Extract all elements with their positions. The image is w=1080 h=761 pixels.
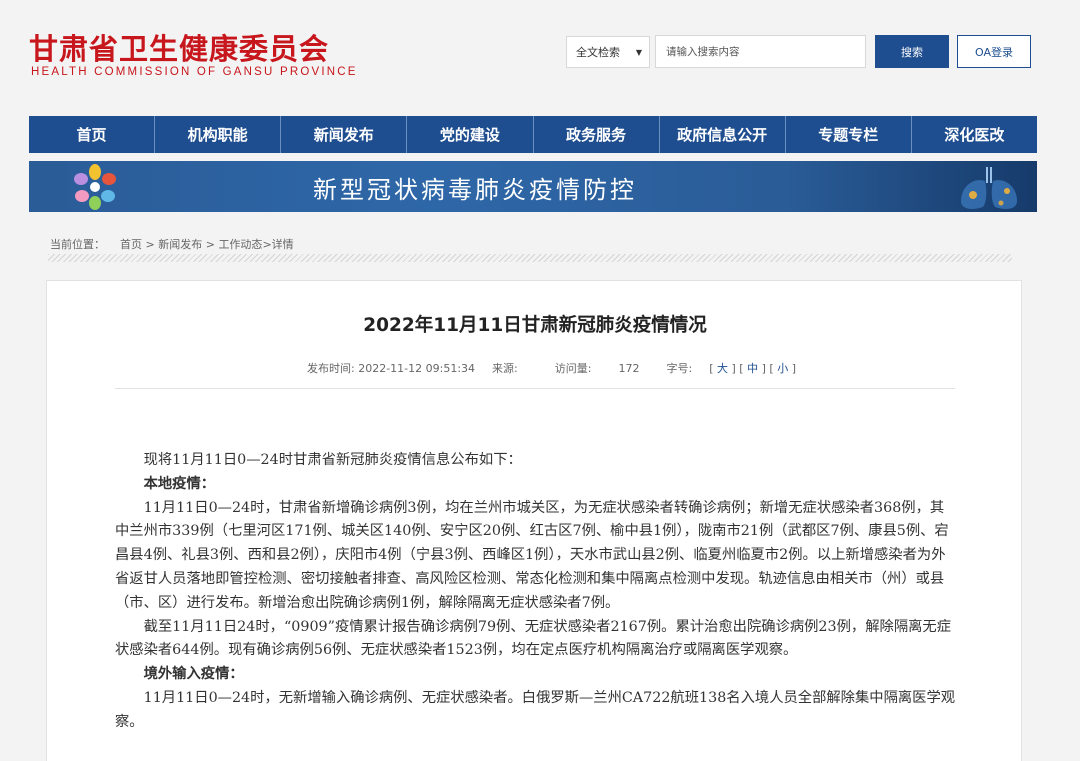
font-size-label: 字号:: [666, 362, 693, 375]
publish-time: 2022-11-12 09:51:34: [358, 362, 476, 375]
search-scope-select[interactable]: 全文检索 ▼: [566, 36, 650, 68]
font-size-bracket: ] [: [761, 362, 774, 375]
nav-item-organization[interactable]: 机构职能: [155, 116, 282, 153]
site-logo-title[interactable]: 甘肃省卫生健康委员会: [29, 26, 329, 68]
covid-banner[interactable]: 新型冠状病毒肺炎疫情防控: [29, 161, 1037, 212]
article-subheading-imported: 境外输入疫情：: [143, 666, 244, 683]
font-size-medium-link[interactable]: 中: [747, 362, 758, 375]
article-paragraph: 截至11月11日24时，“0909”疫情累计报告确诊病例79例、无症状感染者21…: [115, 618, 951, 659]
flower-emblem-icon: [74, 164, 116, 210]
nav-item-topics[interactable]: 专题专栏: [786, 116, 912, 153]
breadcrumb-separator: >: [202, 238, 219, 251]
divider: [48, 254, 1012, 262]
article-paragraph: 11月11日0—24时，无新增输入确诊病例、无症状感染者。白俄罗斯—兰州CA72…: [115, 689, 956, 730]
font-size-bracket: ] [: [731, 362, 744, 375]
breadcrumb-news[interactable]: 新闻发布: [158, 238, 202, 251]
article-body: 现将11月11日0—24时甘肃省新冠肺炎疫情信息公布如下： 本地疫情： 11月1…: [115, 449, 957, 735]
search-button[interactable]: 搜索: [875, 35, 949, 68]
article-paragraph: 11月11日0—24时，甘肃省新增确诊病例3例，均在兰州市城关区，为无症状感染者…: [115, 499, 949, 611]
article-container: 2022年11月11日甘肃新冠肺炎疫情情况 发布时间: 2022-11-12 0…: [46, 280, 1022, 761]
site-logo-subtitle: HEALTH COMMISSION OF GANSU PROVINCE: [31, 66, 358, 78]
caret-down-icon: ▼: [635, 48, 642, 57]
banner-title: 新型冠状病毒肺炎疫情防控: [313, 176, 637, 204]
breadcrumb-home[interactable]: 首页: [120, 238, 142, 251]
main-nav: 首页 机构职能 新闻发布 党的建设 政务服务 政府信息公开 专题专栏 深化医改: [29, 116, 1037, 153]
lungs-icon: [961, 167, 1017, 209]
publish-time-label: 发布时间:: [307, 362, 355, 375]
breadcrumb-label: 当前位置：: [50, 238, 105, 251]
article-meta: 发布时间: 2022-11-12 09:51:34 来源: 访问量: 172 字…: [307, 360, 796, 376]
breadcrumb-separator: >: [262, 238, 272, 251]
article-subheading-local: 本地疫情：: [143, 475, 216, 492]
article-title: 2022年11月11日甘肃新冠肺炎疫情情况: [363, 315, 707, 336]
breadcrumb-separator: >: [142, 238, 159, 251]
views-label: 访问量:: [554, 362, 592, 375]
page: 甘肃省卫生健康委员会 HEALTH COMMISSION OF GANSU PR…: [0, 0, 1080, 761]
views-count: 172: [618, 362, 640, 375]
nav-item-home[interactable]: 首页: [29, 116, 156, 153]
header: 甘肃省卫生健康委员会 HEALTH COMMISSION OF GANSU PR…: [0, 0, 1080, 112]
source-label: 来源:: [492, 362, 518, 375]
nav-item-gov-info[interactable]: 政府信息公开: [660, 116, 786, 153]
search-scope-value: 全文检索: [576, 46, 620, 59]
oa-login-button[interactable]: OA登录: [957, 35, 1031, 68]
nav-item-services[interactable]: 政务服务: [534, 116, 660, 153]
nav-item-reform[interactable]: 深化医改: [912, 116, 1037, 153]
meta-divider: [115, 388, 955, 389]
breadcrumb-detail: 详情: [271, 238, 294, 251]
search-input[interactable]: [655, 35, 866, 68]
article-paragraph: 现将11月11日0—24时甘肃省新冠肺炎疫情信息公布如下：: [143, 452, 522, 468]
nav-item-news[interactable]: 新闻发布: [281, 116, 408, 153]
breadcrumb-work[interactable]: 工作动态: [218, 238, 262, 251]
font-size-small-link[interactable]: 小: [777, 362, 788, 375]
breadcrumb: 当前位置： 首页 > 新闻发布 > 工作动态>详情: [50, 236, 294, 252]
nav-item-party[interactable]: 党的建设: [407, 116, 534, 153]
font-size-large-link[interactable]: 大: [717, 362, 728, 375]
font-size-bracket: [: [709, 362, 714, 375]
font-size-bracket: ]: [791, 362, 796, 375]
